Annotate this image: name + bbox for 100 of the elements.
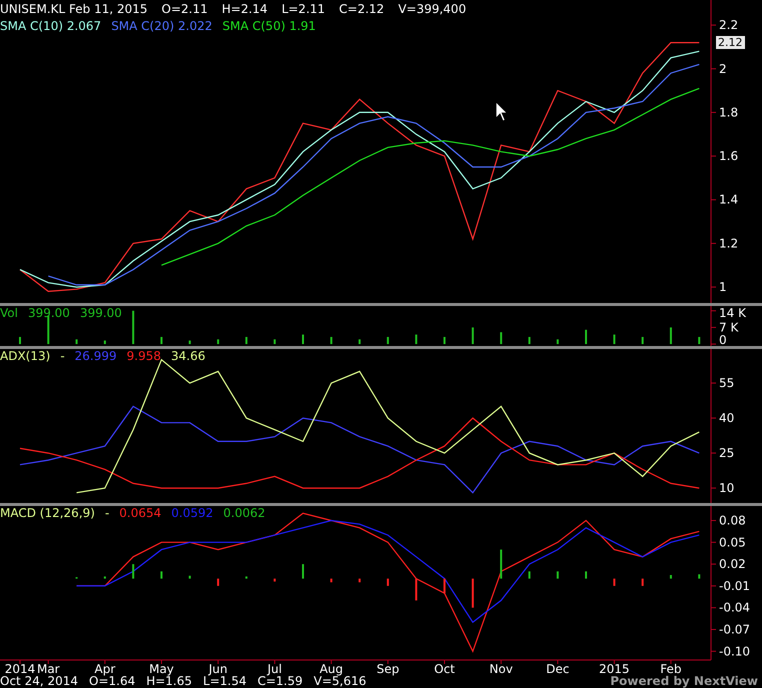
bar [358,339,361,344]
bar [358,578,361,582]
bar [556,571,559,579]
price-value: V=399,400 [398,2,466,16]
axis-label: 0 [719,333,727,347]
status-value: L=1.54 [203,674,246,688]
status-value: H=1.65 [146,674,192,688]
axis-label: -0.10 [719,644,750,658]
credit-text: Powered by NextView [610,674,758,688]
bar [444,336,446,344]
price-value: L=2.11 [282,2,326,16]
bar [104,340,106,344]
bar [386,578,389,586]
legend-label: ADX(13) [0,349,50,363]
bar [217,578,220,586]
axis-label: 40 [719,411,734,426]
axis-label: -0.01 [719,578,750,593]
bar [472,578,474,608]
legend-label: - [60,349,65,363]
month-label: Dec [546,662,570,676]
legend-label: 399.00 [28,306,70,320]
bar [500,550,502,579]
axis-label: 1.2 [719,236,738,250]
month-label: Mar [36,662,60,676]
bar [528,571,530,579]
axis-label: 55 [719,376,734,390]
legend-label: 0.0062 [223,506,266,520]
legend-label: MACD (12,26,9) [0,506,95,520]
bar [472,327,474,344]
bar [330,336,332,344]
axis-label: 2 [719,62,727,76]
legend-label: Vol [0,306,18,320]
bar [274,578,276,582]
legend-label: 34.66 [171,349,206,363]
axis-label: 25 [719,446,734,460]
legend-label: 0.0592 [171,506,214,520]
bar [302,334,304,344]
bar [330,578,332,582]
status-value: C=1.59 [257,674,303,688]
bar [160,571,162,579]
legend-label: - [104,506,110,520]
legend-label: SMA C(10) 2.067 [0,19,102,33]
month-label: 2014 [4,662,36,676]
bar [132,310,134,344]
legend-label: 0.0654 [119,506,162,520]
month-label: Apr [94,662,116,676]
bar [642,578,644,586]
bar [245,336,248,344]
month-label: May [149,662,174,676]
bar [444,578,446,594]
legend-label: 26.999 [74,349,117,363]
status-value: O=1.64 [89,674,136,688]
bar [245,576,248,579]
bar [528,336,530,344]
cursor-icon [496,101,508,122]
axis-label: 2.2 [719,18,738,32]
axis-label: 1.4 [719,192,738,207]
bar [415,578,418,600]
bar [188,340,191,344]
month-label: Nov [489,662,513,676]
bar [160,336,162,344]
month-label: Jul [267,662,282,676]
last-price-tag: 2.12 [716,36,744,49]
bar [47,316,50,344]
axis-label: 1.8 [719,105,738,120]
bar [104,576,106,579]
bar [188,576,191,579]
axis-label: 0.02 [719,557,746,572]
bar [415,334,418,344]
bar [670,575,672,579]
axis-label: 14 K [719,306,746,320]
bar [585,571,587,579]
status-value: Oct 24, 2014 [0,674,78,688]
bar [76,339,78,344]
axis-label: 1.6 [719,149,738,164]
month-label: Oct [434,662,455,676]
price-value: C=2.12 [339,2,384,16]
legend-label: SMA C(20) 2.022 [111,19,212,33]
bar [19,336,21,344]
axis-label: 1 [719,280,727,294]
axis-label: -0.04 [719,600,750,615]
month-label: Feb [660,662,682,676]
legend-label: SMA C(50) 1.91 [222,19,316,33]
price-value: O=2.11 [162,2,208,16]
axis-label: 0.08 [719,514,746,528]
bar [613,578,616,586]
bar [274,339,276,344]
bar [698,574,700,579]
month-label: Jun [208,662,228,676]
bar [132,564,134,579]
month-label: Aug [320,662,344,676]
bar [613,334,616,344]
bar [386,336,389,344]
bar [670,327,672,344]
bar [698,336,700,344]
symbol-title: UNISEM.KL Feb 11, 2015 [0,2,148,16]
bar [302,564,304,579]
legend-label: 399.00 [80,306,122,320]
price-value: H=2.14 [222,2,268,16]
month-label: Sep [376,662,400,676]
